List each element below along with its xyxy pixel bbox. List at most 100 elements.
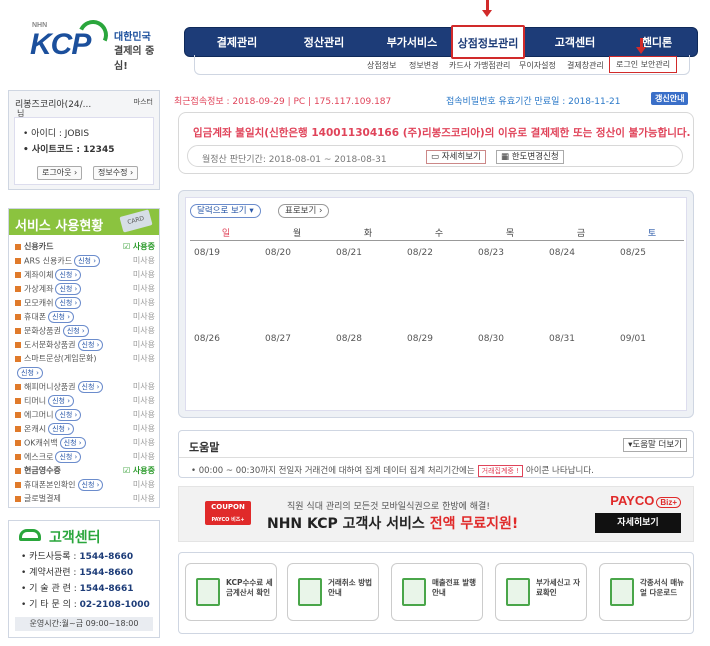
service-status: 미사용	[132, 382, 155, 391]
service-name: 스마트문상(게임문화)	[24, 354, 97, 363]
quick-vat-data[interactable]: 부가세신고 자료확인	[495, 563, 587, 621]
service-name: 휴대폰	[24, 312, 47, 322]
service-row: 신청 ›	[15, 367, 155, 380]
apply-button[interactable]: 신청 ›	[55, 297, 82, 309]
sub-nav: 상점정보 정보변경 카드사 가맹점관리 무이자설정 결제창관리 로그인 보안관리	[194, 55, 690, 75]
quick-cancel-guide[interactable]: 거래취소 방법안내	[287, 563, 379, 621]
service-bullet-icon	[15, 272, 21, 278]
apply-button[interactable]: 신청 ›	[77, 339, 104, 351]
service-bullet-icon	[15, 467, 21, 474]
detail-button[interactable]: ▭ 자세히보기	[426, 150, 486, 164]
help-title: 도움말	[189, 441, 220, 454]
service-name: ARS 신용카드	[24, 256, 73, 266]
service-status: ☑ 사용중	[122, 466, 155, 475]
service-status: 미사용	[132, 312, 155, 321]
subnav-store-info[interactable]: 상점정보	[367, 60, 396, 71]
calendar-date[interactable]: 08/26	[194, 334, 220, 344]
service-name: 도서문화상품권	[24, 340, 76, 350]
calendar-date[interactable]: 08/24	[549, 248, 575, 258]
quick-tax-invoice[interactable]: KCP수수료 세금계산서 확인	[185, 563, 277, 621]
service-name: 계좌이체	[24, 270, 54, 280]
calendar-date[interactable]: 08/31	[549, 334, 575, 344]
apply-button[interactable]: 신청 ›	[77, 381, 104, 393]
service-status: 미사용	[132, 480, 155, 489]
subnav-interest-free[interactable]: 무이자설정	[519, 60, 556, 71]
calendar-date[interactable]: 08/20	[265, 248, 291, 258]
service-status: 미사용	[132, 284, 155, 293]
subnav-login-security[interactable]: 로그인 보안관리	[609, 56, 678, 73]
master-badge: 마스터	[133, 98, 153, 106]
service-name: 에스크로	[24, 452, 54, 462]
banner-view-button[interactable]: 자세히보기	[595, 513, 681, 533]
service-bullet-icon	[15, 286, 21, 292]
day-header: 월	[292, 229, 302, 239]
service-name: 문화상품권	[24, 326, 61, 336]
nav-store-info[interactable]: 상점정보관리	[451, 25, 525, 59]
service-bullet-icon	[15, 384, 21, 390]
calendar-date[interactable]: 08/29	[407, 334, 433, 344]
calendar-date[interactable]: 08/28	[336, 334, 362, 344]
member-panel: 리봉즈코리아(24/... 님 마스터 • 아이디 : JOBIS • 사이트코…	[8, 90, 160, 190]
service-status: 미사용	[132, 396, 155, 405]
quick-forms-download[interactable]: 각종서식 매뉴얼 다운로드	[599, 563, 691, 621]
apply-button[interactable]: 신청 ›	[59, 437, 86, 449]
period-bar: 월정산 판단기간: 2018-08-01 ~ 2018-08-31 ▭ 자세히보…	[187, 145, 683, 167]
service-row: 에스크로 신청 › 미사용	[15, 451, 155, 464]
logout-button[interactable]: 로그아웃 ›	[37, 166, 83, 180]
service-bullet-icon	[15, 243, 21, 250]
quick-receipt-guide[interactable]: 매출전표 발행안내	[391, 563, 483, 621]
calendar-date[interactable]: 08/23	[478, 248, 504, 258]
password-expiry: 접속비밀번호 유효기간 만료일 : 2018-11-21	[446, 97, 621, 107]
nav-handy-loan[interactable]: 핸디론	[617, 28, 697, 58]
apply-button[interactable]: 신청 ›	[62, 325, 89, 337]
apply-button[interactable]: 신청 ›	[17, 367, 43, 379]
nav-customer-center[interactable]: 고객센터	[535, 28, 615, 58]
kcp-logo[interactable]: NHN KCP 대한민국 결제의 중심!	[26, 15, 166, 72]
service-status: 미사용	[132, 256, 155, 265]
apply-button[interactable]: 신청 ›	[74, 255, 100, 267]
service-row: 휴대폰본인확인 신청 › 미사용	[15, 479, 155, 492]
calendar-view-button[interactable]: 달력으로 보기 ▾	[190, 204, 261, 218]
help-more-button[interactable]: ▾도움말 더보기	[623, 438, 687, 452]
apply-button[interactable]: 신청 ›	[55, 409, 82, 421]
apply-button[interactable]: 신청 ›	[48, 395, 74, 407]
apply-button[interactable]: 신청 ›	[55, 269, 82, 281]
subnav-payment-window[interactable]: 결제창관리	[567, 60, 604, 71]
calendar-date[interactable]: 08/27	[265, 334, 291, 344]
service-name: 글로벌결제	[24, 494, 61, 503]
last-login-info: 최근접속정보 : 2018-09-29 | PC | 175.117.109.1…	[174, 97, 392, 107]
edit-info-button[interactable]: 정보수정 ›	[93, 166, 139, 180]
calendar-date[interactable]: 08/19	[194, 248, 220, 258]
member-info-box: • 아이디 : JOBIS • 사이트코드 : 12345 로그아웃 › 정보수…	[14, 117, 154, 185]
apply-button[interactable]: 신청 ›	[48, 311, 74, 323]
apply-button[interactable]: 신청 ›	[55, 283, 82, 295]
calendar-date[interactable]: 08/25	[620, 248, 646, 258]
calendar-date[interactable]: 09/01	[620, 334, 646, 344]
service-row: 현금영수증 ☑ 사용중	[15, 465, 155, 478]
service-row: 휴대폰 신청 › 미사용	[15, 311, 155, 324]
service-name: 티머니	[24, 396, 47, 406]
service-status: 미사용	[132, 270, 155, 279]
nav-payment[interactable]: 결제관리	[197, 28, 277, 58]
calendar-date[interactable]: 08/21	[336, 248, 362, 258]
nav-settlement[interactable]: 정산관리	[281, 28, 367, 58]
calendar-date[interactable]: 08/22	[407, 248, 433, 258]
payco-banner[interactable]: COUPON PAYCO 비즈+ 직원 식대 관리의 모든것 모바일식권으로 한방…	[178, 486, 694, 542]
subnav-card-merchant[interactable]: 카드사 가맹점관리	[449, 60, 510, 71]
limit-change-button[interactable]: ▦ 한도변경신청	[496, 150, 564, 164]
apply-button[interactable]: 신청 ›	[48, 423, 74, 435]
apply-button[interactable]: 신청 ›	[55, 451, 82, 463]
calendar-date[interactable]: 08/30	[478, 334, 504, 344]
quick-links: KCP수수료 세금계산서 확인 거래취소 방법안내 매출전표 발행안내 부가세신…	[178, 552, 694, 634]
service-row: ARS 신용카드 신청 › 미사용	[15, 255, 155, 268]
folder-icon	[506, 578, 530, 606]
service-row: 에그머니 신청 › 미사용	[15, 409, 155, 422]
service-row: 계좌이체 신청 › 미사용	[15, 269, 155, 282]
member-name: 리봉즈코리아(24/...	[15, 100, 92, 110]
renew-guide-button[interactable]: 갱신안내	[651, 92, 689, 105]
subnav-info-change[interactable]: 정보변경	[409, 60, 438, 71]
table-view-button[interactable]: 표로보기 ›	[278, 204, 330, 218]
apply-button[interactable]: 신청 ›	[77, 479, 104, 491]
help-panel: 도움말 ▾도움말 더보기 • 00:00 ~ 00:30까지 전일자 거래건에 …	[178, 430, 694, 478]
nav-addon[interactable]: 부가서비스	[369, 28, 455, 58]
